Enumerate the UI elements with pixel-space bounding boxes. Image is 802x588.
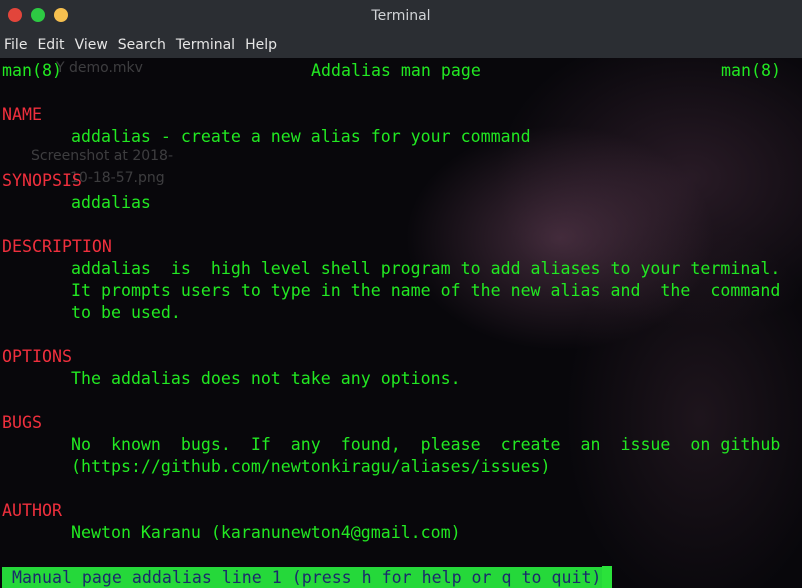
menu-view[interactable]: View <box>75 37 108 53</box>
description-line-1: addalias is high level shell program to … <box>71 259 781 278</box>
terminal-cursor <box>602 566 612 588</box>
man-header-right: man(8) <box>721 61 781 80</box>
description-line-3: to be used. <box>71 303 181 322</box>
bugs-line-1: No known bugs. If any found, please crea… <box>71 435 781 454</box>
options-text: The addalias does not take any options. <box>71 369 461 388</box>
section-heading-author: AUTHOR <box>2 501 62 520</box>
section-heading-bugs: BUGS <box>2 413 42 432</box>
menu-terminal[interactable]: Terminal <box>176 37 235 53</box>
maximize-window-button[interactable] <box>31 8 45 22</box>
menu-search[interactable]: Search <box>118 37 166 53</box>
section-heading-synopsis: SYNOPSIS <box>2 171 82 190</box>
man-header-left: man(8) <box>2 61 62 80</box>
desktop-file-ghost-screenshot-line1: Screenshot at 2018- <box>31 148 174 164</box>
description-line-2: It prompts users to type in the name of … <box>71 281 781 300</box>
section-heading-description: DESCRIPTION <box>2 237 112 256</box>
menu-edit[interactable]: Edit <box>37 37 64 53</box>
synopsis-text: addalias <box>71 193 151 212</box>
man-header-title: Addalias man page <box>311 61 481 80</box>
desktop-file-ghost-video: Y demo.mkv <box>56 60 143 76</box>
close-window-button[interactable] <box>8 8 22 22</box>
desktop-file-ghost-screenshot-line2: 10-18-57.png <box>70 170 165 186</box>
author-text: Newton Karanu (karanunewton4@gmail.com) <box>71 523 461 542</box>
name-text: addalias - create a new alias for your c… <box>71 127 531 146</box>
pager-status-bar: Manual page addalias line 1 (press h for… <box>2 567 610 588</box>
menu-file[interactable]: File <box>4 37 27 53</box>
bugs-line-2: (https://github.com/newtonkiragu/aliases… <box>71 457 551 476</box>
menu-help[interactable]: Help <box>245 37 277 53</box>
title-bar: Terminal <box>0 0 802 31</box>
minimize-window-button[interactable] <box>54 8 68 22</box>
menu-bar: File Edit View Search Terminal Help <box>0 31 802 58</box>
window-title: Terminal <box>371 7 431 24</box>
section-heading-name: NAME <box>2 105 42 124</box>
terminal-area[interactable]: Y demo.mkv Screenshot at 2018- 10-18-57.… <box>0 58 802 588</box>
section-heading-options: OPTIONS <box>2 347 72 366</box>
